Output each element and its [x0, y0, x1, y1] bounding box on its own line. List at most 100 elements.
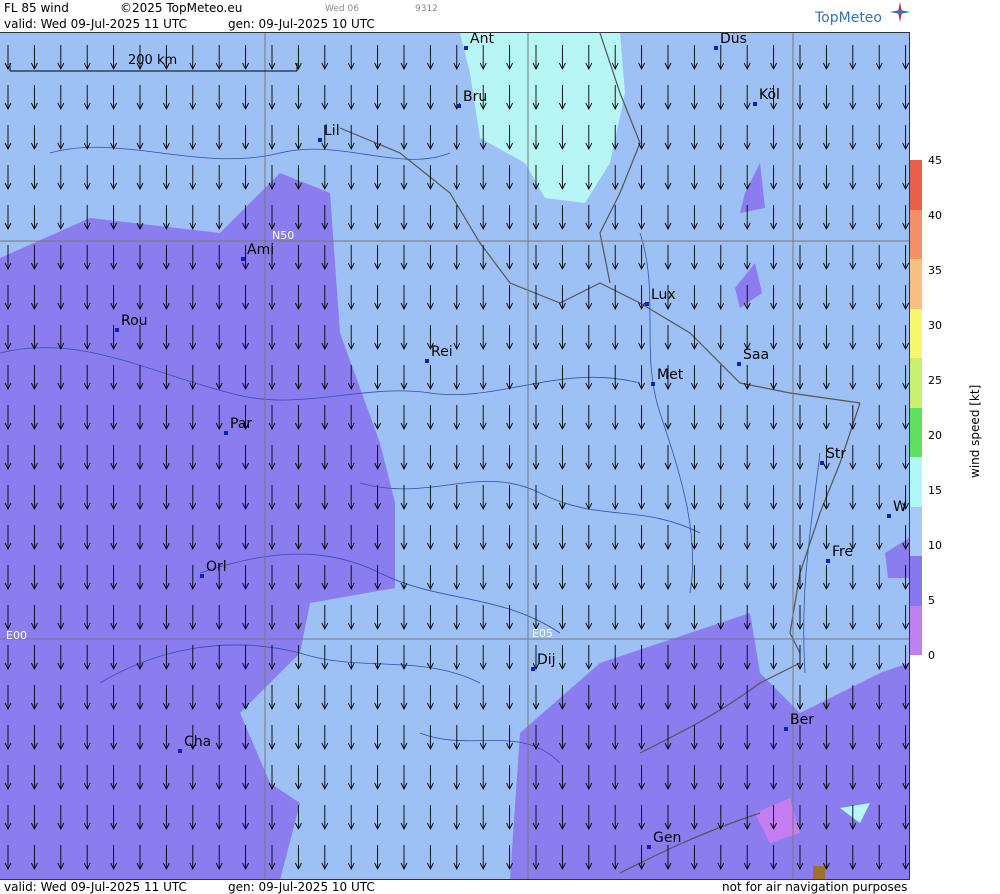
city-marker — [115, 328, 119, 332]
colorbar-segment — [910, 457, 922, 507]
city-marker — [651, 382, 655, 386]
city-marker — [714, 46, 718, 50]
city-name: Orl — [206, 559, 227, 575]
copyright: ©2025 TopMeteo.eu — [120, 1, 243, 15]
product-title: FL 85 wind — [4, 1, 69, 15]
colorbar-segment — [910, 407, 922, 457]
header: FL 85 wind ©2025 TopMeteo.eu Wed 06 9312… — [0, 0, 910, 32]
city-label: Lux — [645, 287, 676, 306]
scale-bar-label: 200 km — [128, 53, 178, 68]
city-name: Köl — [759, 87, 780, 103]
colorbar-tick: 30 — [928, 319, 942, 332]
valid-time: valid: Wed 09-Jul-2025 11 UTC — [4, 17, 187, 31]
city-marker — [241, 257, 245, 261]
city-name: Lux — [651, 287, 676, 303]
city-name: Ber — [790, 712, 814, 728]
city-label: Orl — [200, 559, 227, 578]
grid-label-n50: N50 — [272, 229, 295, 242]
brand-logo: TopMeteo — [815, 10, 882, 26]
city-label: W — [887, 499, 907, 518]
colorbar-tick: 45 — [928, 154, 942, 167]
city-marker — [200, 574, 204, 578]
city-label: Cha — [178, 734, 212, 753]
generated-time: gen: 09-Jul-2025 10 UTC — [228, 17, 375, 31]
city-label: Lil — [318, 123, 340, 142]
city-label: Par — [224, 416, 253, 435]
city-name: W — [893, 499, 907, 515]
city-name: Gen — [653, 830, 682, 846]
city-name: Fre — [832, 544, 854, 560]
city-label: Köl — [753, 87, 780, 106]
run-code: 9312 — [415, 4, 438, 14]
wind-map[interactable]: 200 km N50 E00 E05 Ant Düs Bru Köl Lil Ami Rou… — [0, 32, 910, 880]
day-code: Wed 06 — [325, 4, 359, 14]
city-name: Saa — [743, 347, 770, 363]
colorbar-segment — [910, 160, 922, 210]
colorbar-segment — [910, 506, 922, 556]
colorbar-segment — [910, 259, 922, 309]
city-marker — [737, 362, 741, 366]
city-name: Cha — [184, 734, 212, 750]
city-label: Dij — [531, 652, 556, 671]
colorbar-segment — [910, 605, 922, 655]
footer-gen: gen: 09-Jul-2025 10 UTC — [228, 880, 375, 894]
city-name: Ant — [470, 32, 494, 47]
city-name: Rou — [121, 313, 148, 329]
map-canvas — [0, 33, 909, 880]
city-label: Met — [651, 367, 684, 386]
grid-label-e05: E05 — [532, 627, 553, 640]
city-label: Saa — [737, 347, 770, 366]
footer-valid: valid: Wed 09-Jul-2025 11 UTC — [4, 880, 187, 894]
city-marker — [820, 461, 824, 465]
city-name: Lil — [324, 123, 340, 139]
city-marker — [826, 559, 830, 563]
city-marker — [784, 727, 788, 731]
city-label: Ami — [241, 242, 275, 261]
city-name: Bru — [463, 89, 488, 105]
colorbar — [910, 160, 922, 655]
city-label: Bru — [457, 89, 488, 108]
city-label: Gen — [647, 830, 682, 849]
city-name: Dij — [537, 652, 556, 668]
city-marker — [457, 104, 461, 108]
city-marker — [647, 845, 651, 849]
city-label: Ant — [464, 32, 494, 50]
colorbar-segment — [910, 209, 922, 259]
city-marker — [464, 46, 468, 50]
colorbar-tick: 20 — [928, 429, 942, 442]
city-label: Rei — [425, 344, 453, 363]
colorbar-tick: 15 — [928, 484, 942, 497]
city-marker — [887, 514, 891, 518]
colorbar-label: wind speed [kt] — [968, 384, 982, 478]
colorbar-tick: 40 — [928, 209, 942, 222]
city-label: Str — [820, 446, 847, 465]
terrain-patch — [813, 866, 825, 880]
city-name: Str — [826, 446, 847, 462]
colorbar-segment — [910, 358, 922, 408]
city-label: Düs — [714, 32, 747, 50]
city-marker — [753, 102, 757, 106]
city-marker — [224, 431, 228, 435]
colorbar-tick: 35 — [928, 264, 942, 277]
city-label: Fre — [826, 544, 854, 563]
city-marker — [645, 302, 649, 306]
grid-label-e00: E00 — [6, 629, 27, 642]
colorbar-segment — [910, 308, 922, 358]
city-name: Ami — [247, 242, 275, 258]
city-name: Met — [657, 367, 684, 383]
city-marker — [178, 749, 182, 753]
colorbar-tick: 0 — [928, 649, 935, 662]
compass-icon — [890, 2, 910, 22]
colorbar-tick: 25 — [928, 374, 942, 387]
colorbar-tick: 5 — [928, 594, 935, 607]
footer: valid: Wed 09-Jul-2025 11 UTC gen: 09-Ju… — [0, 879, 910, 894]
city-name: Par — [230, 416, 253, 432]
colorbar-tick: 10 — [928, 539, 942, 552]
city-label: Rou — [115, 313, 148, 332]
city-marker — [425, 359, 429, 363]
city-label: Ber — [784, 712, 814, 731]
city-name: Rei — [431, 344, 453, 360]
city-marker — [531, 667, 535, 671]
city-name: Düs — [720, 32, 747, 47]
colorbar-segment — [910, 556, 922, 606]
